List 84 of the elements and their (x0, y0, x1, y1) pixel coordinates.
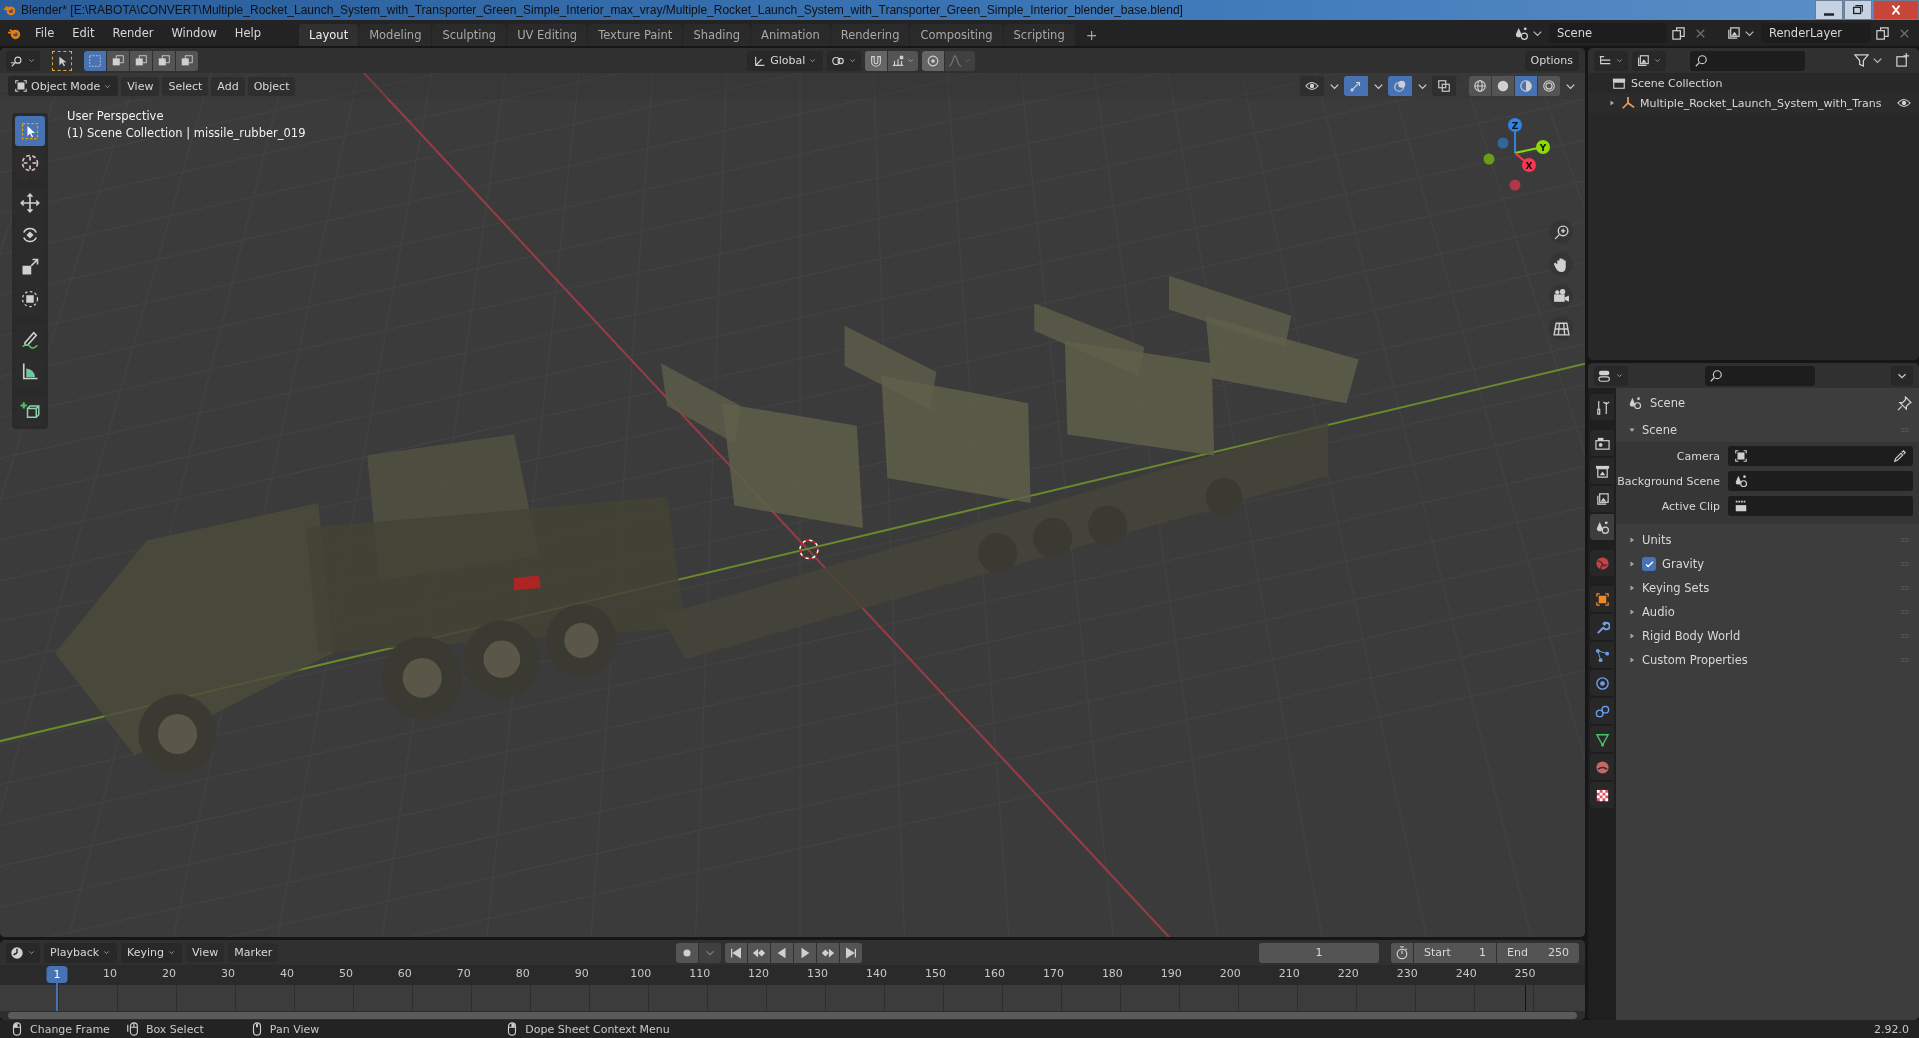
frame-number: 10 (103, 967, 118, 980)
tree-item[interactable]: Scene Collection (1631, 76, 1723, 90)
menu-item[interactable]: View (121, 76, 160, 96)
frame-number: 200 (1219, 967, 1241, 980)
frame-number: 130 (807, 967, 829, 980)
add-workspace-button[interactable]: + (1075, 24, 1108, 46)
workspace-tab[interactable]: Layout (299, 24, 359, 46)
menu-item[interactable]: View (186, 943, 225, 962)
status-hint: Pan View (269, 1022, 320, 1036)
start-frame-field[interactable]: Start 1 (1414, 942, 1496, 963)
axis-handle[interactable]: X (1514, 152, 1536, 172)
window-title: Blender* [E:\RABOTA\CONVERT\Multiple_Rocket_Launch_System_with_Transporter_Green_Simple_Interior_max_vray/Multiple_Rocket_Launch_System_with_Transporter_Green_Simple_Interior_blender_base.blend] (21, 3, 1183, 17)
playhead-frame[interactable]: 1 (46, 966, 68, 983)
frame-number: 220 (1337, 967, 1359, 980)
frame-number: 140 (866, 967, 888, 980)
viewport-info-text: User Perspective (67, 109, 165, 123)
current-frame-field[interactable]: 1 (1259, 942, 1379, 963)
frame-number: 120 (748, 967, 770, 980)
frame-number: 110 (689, 967, 711, 980)
version-label: 2.92.0 (1874, 1022, 1909, 1036)
menu-dropdown[interactable]: Playback (44, 942, 118, 963)
frame-number: 240 (1455, 967, 1477, 980)
workspace-tab[interactable]: Shading (683, 24, 751, 46)
scene-field[interactable]: Scene (1549, 23, 1667, 43)
viewport-info-text: (1) Scene Collection | missile_rubber_019 (67, 126, 306, 140)
menu-item[interactable]: Render (104, 23, 162, 43)
end-frame-field[interactable]: End 250 (1497, 942, 1579, 963)
frame-number: 180 (1101, 967, 1123, 980)
menu-item[interactable]: File (27, 23, 63, 43)
axis-handle[interactable]: Z (1508, 118, 1522, 154)
frame-number: 70 (456, 967, 471, 980)
status-hint: Change Frame (30, 1022, 110, 1036)
options-dropdown[interactable]: Options (1524, 50, 1579, 71)
menu-item[interactable]: Edit (64, 23, 103, 43)
frame-number: 60 (397, 967, 412, 980)
menu-item[interactable]: Help (226, 23, 270, 43)
workspace-tab[interactable]: Texture Paint (588, 24, 683, 46)
frame-number: 30 (220, 967, 235, 980)
menu-item[interactable]: Add (211, 76, 245, 96)
workspace-tab[interactable]: Sculpting (432, 24, 507, 46)
frame-number: 40 (279, 967, 294, 980)
field-label: Camera (1675, 449, 1720, 463)
panel-header[interactable]: Audio (1642, 605, 1675, 619)
panel-header[interactable]: Rigid Body World (1642, 629, 1741, 643)
frame-number: 250 (1514, 967, 1536, 980)
context-label: Scene (1650, 396, 1686, 410)
frame-number: 230 (1396, 967, 1418, 980)
workspace-tab[interactable]: Rendering (830, 24, 910, 46)
workspace-tab[interactable]: UV Editing (507, 24, 588, 46)
frame-number: 170 (1042, 967, 1064, 980)
workspace-tab[interactable]: Compositing (910, 24, 1003, 46)
panel-header[interactable]: Keying Sets (1642, 581, 1710, 595)
frame-ruler[interactable]: 1 10 20 30 40 50 60 70 80 90 100 110 120 130 140 150 160 170 180 190 200 210 220 230 240 250 (0, 965, 1585, 1011)
frame-number: 80 (515, 967, 530, 980)
view-layer-field[interactable]: RenderLayer (1761, 23, 1871, 43)
frame-number: 190 (1160, 967, 1182, 980)
workspace-tab[interactable]: Animation (751, 24, 830, 46)
menu-item[interactable]: Marker (228, 943, 279, 962)
frame-number: 150 (925, 967, 946, 980)
frame-number: 20 (162, 967, 176, 980)
menu-item[interactable]: Object (247, 76, 296, 96)
field-label: Active Clip (1660, 499, 1720, 513)
tree-item[interactable]: Multiple_Rocket_Launch_System_with_Trans (1640, 96, 1882, 110)
status-hint: Dope Sheet Context Menu (525, 1022, 670, 1036)
frame-number: 50 (338, 967, 353, 980)
frame-number: 160 (983, 967, 1005, 980)
axis-handle[interactable]: Y (1514, 140, 1550, 154)
field-label: Background Scene (1616, 474, 1720, 488)
menu-item[interactable]: Select (162, 76, 209, 96)
frame-number: 100 (630, 967, 652, 980)
panel-header[interactable]: Scene (1642, 423, 1678, 437)
frame-number: 210 (1278, 967, 1300, 980)
menu-item[interactable]: Window (163, 23, 225, 43)
menu-dropdown[interactable]: Keying (121, 942, 183, 963)
status-hint: Box Select (145, 1022, 204, 1036)
transform-orientation-dropdown[interactable]: Global (747, 50, 824, 71)
workspace-tab[interactable]: Modeling (359, 24, 432, 46)
panel-header[interactable]: Units (1642, 533, 1672, 547)
mode-dropdown[interactable]: Object Mode (8, 76, 119, 96)
panel-header[interactable]: Custom Properties (1642, 653, 1748, 667)
panel-header[interactable]: Gravity (1662, 557, 1704, 571)
workspace-tab[interactable]: Scripting (1003, 24, 1075, 46)
frame-number: 90 (574, 967, 589, 980)
viewport-canvas[interactable]: Object Mode View Select Add Object User Perspective (1) Scene Collection | missile_rubber_019 Z Y X (0, 73, 1585, 937)
